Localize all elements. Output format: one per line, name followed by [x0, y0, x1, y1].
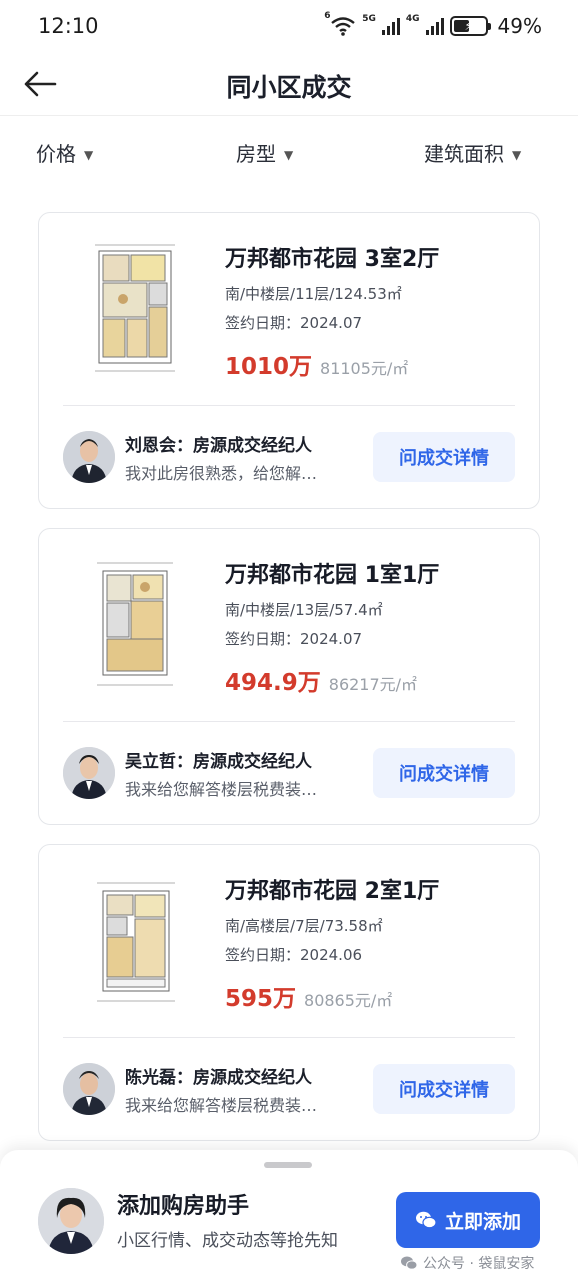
price-row: 595万 80865元/㎡	[225, 979, 392, 1013]
listing-title: 万邦都市花园 3室2厅	[225, 247, 440, 272]
total-price: 494.9万	[225, 670, 321, 696]
unit-price: 80865元/㎡	[304, 991, 393, 1010]
status-icons: 6 5G 4G ⚡ 49%	[324, 11, 542, 38]
ask-deal-details-button[interactable]: 问成交详情	[373, 1064, 515, 1114]
wifi-label: 6	[324, 11, 331, 21]
wifi-icon: 6	[324, 11, 356, 36]
status-bar: 12:10 6 5G 4G ⚡ 49%	[0, 0, 578, 52]
page-header: 同小区成交	[0, 52, 578, 116]
page-title: 同小区成交	[226, 73, 352, 102]
unit-price: 86217元/㎡	[328, 675, 418, 694]
filter-price[interactable]: 价格 ▼	[36, 138, 93, 167]
floorplan-image	[93, 557, 179, 693]
battery-charging-icon: ⚡	[449, 16, 491, 36]
chevron-down-icon: ▼	[512, 147, 522, 162]
filter-label: 建筑面积	[424, 142, 504, 166]
listing-meta: 南/中楼层/13层/57.4㎡	[225, 601, 383, 619]
assistant-bottom-sheet: 添加购房助手 小区行情、成交动态等抢先知 立即添加 公众号 · 袋鼠安家	[0, 1150, 578, 1285]
listing-card[interactable]: 万邦都市花园 1室1厅 南/中楼层/13层/57.4㎡ 签约日期：2024.07…	[38, 528, 540, 825]
agent-name: 陈光磊：房源成交经纪人	[125, 1068, 312, 1088]
agent-name: 刘恩会：房源成交经纪人	[125, 436, 312, 456]
sheet-drag-handle[interactable]	[264, 1162, 312, 1168]
listing-title: 万邦都市花园 1室1厅	[225, 563, 440, 588]
avatar[interactable]	[63, 1063, 115, 1115]
avatar[interactable]	[63, 747, 115, 799]
divider	[63, 1037, 515, 1038]
listing-date: 签约日期：2024.06	[225, 946, 363, 964]
price-row: 494.9万 86217元/㎡	[225, 663, 417, 697]
filter-label: 房型	[236, 142, 276, 166]
listing-meta: 南/中楼层/11层/124.53㎡	[225, 285, 402, 303]
add-assistant-button[interactable]: 立即添加	[396, 1192, 540, 1248]
signal-5g-label: 5G	[362, 14, 376, 24]
add-assistant-label: 立即添加	[444, 1210, 521, 1233]
status-time: 12:10	[38, 14, 99, 38]
agent-message: 我对此房很熟悉，给您解…	[125, 464, 318, 483]
assistant-avatar	[38, 1188, 104, 1254]
unit-price: 81105元/㎡	[320, 359, 409, 378]
divider	[63, 405, 515, 406]
agent-message: 我来给您解答楼层税费装…	[125, 1096, 318, 1115]
listing-date: 签约日期：2024.07	[225, 314, 363, 332]
filter-label: 价格	[36, 142, 76, 166]
listing-date: 签约日期：2024.07	[225, 630, 363, 648]
charging-bolt-icon: ⚡	[464, 19, 473, 33]
battery-percent: 49%	[497, 14, 542, 38]
total-price: 1010万	[225, 354, 313, 380]
agent-name: 吴立哲：房源成交经纪人	[125, 752, 312, 772]
listing-title: 万邦都市花园 2室1厅	[225, 879, 440, 904]
assistant-title: 添加购房助手	[117, 1194, 250, 1219]
avatar[interactable]	[63, 431, 115, 483]
watermark: 公众号 · 袋鼠安家	[400, 1253, 534, 1273]
signal-4g-label: 4G	[405, 14, 420, 24]
listing-card[interactable]: 万邦都市花园 3室2厅 南/中楼层/11层/124.53㎡ 签约日期：2024.…	[38, 212, 540, 509]
ask-deal-details-button[interactable]: 问成交详情	[373, 432, 515, 482]
chevron-down-icon: ▼	[84, 147, 94, 162]
chevron-down-icon: ▼	[284, 147, 294, 162]
ask-deal-details-button[interactable]: 问成交详情	[373, 748, 515, 798]
divider	[63, 721, 515, 722]
floorplan-image	[93, 873, 179, 1009]
floorplan-image	[93, 241, 179, 377]
listing-meta: 南/高楼层/7层/73.58㎡	[225, 917, 383, 935]
price-row: 1010万 81105元/㎡	[225, 347, 408, 381]
listing-card[interactable]: 万邦都市花园 2室1厅 南/高楼层/7层/73.58㎡ 签约日期：2024.06…	[38, 844, 540, 1141]
filter-layout[interactable]: 房型 ▼	[236, 138, 293, 167]
filter-area[interactable]: 建筑面积 ▼	[424, 138, 521, 167]
filter-bar: 价格 ▼ 房型 ▼ 建筑面积 ▼	[0, 130, 578, 174]
total-price: 595万	[225, 986, 297, 1012]
signal-4g-icon	[425, 17, 444, 35]
signal-5g-icon	[381, 17, 400, 35]
wechat-icon	[415, 1210, 437, 1230]
watermark-text: 公众号 · 袋鼠安家	[423, 1256, 535, 1272]
assistant-subtitle: 小区行情、成交动态等抢先知	[117, 1231, 338, 1251]
agent-message: 我来给您解答楼层税费装…	[125, 780, 318, 799]
wechat-icon	[400, 1255, 418, 1271]
